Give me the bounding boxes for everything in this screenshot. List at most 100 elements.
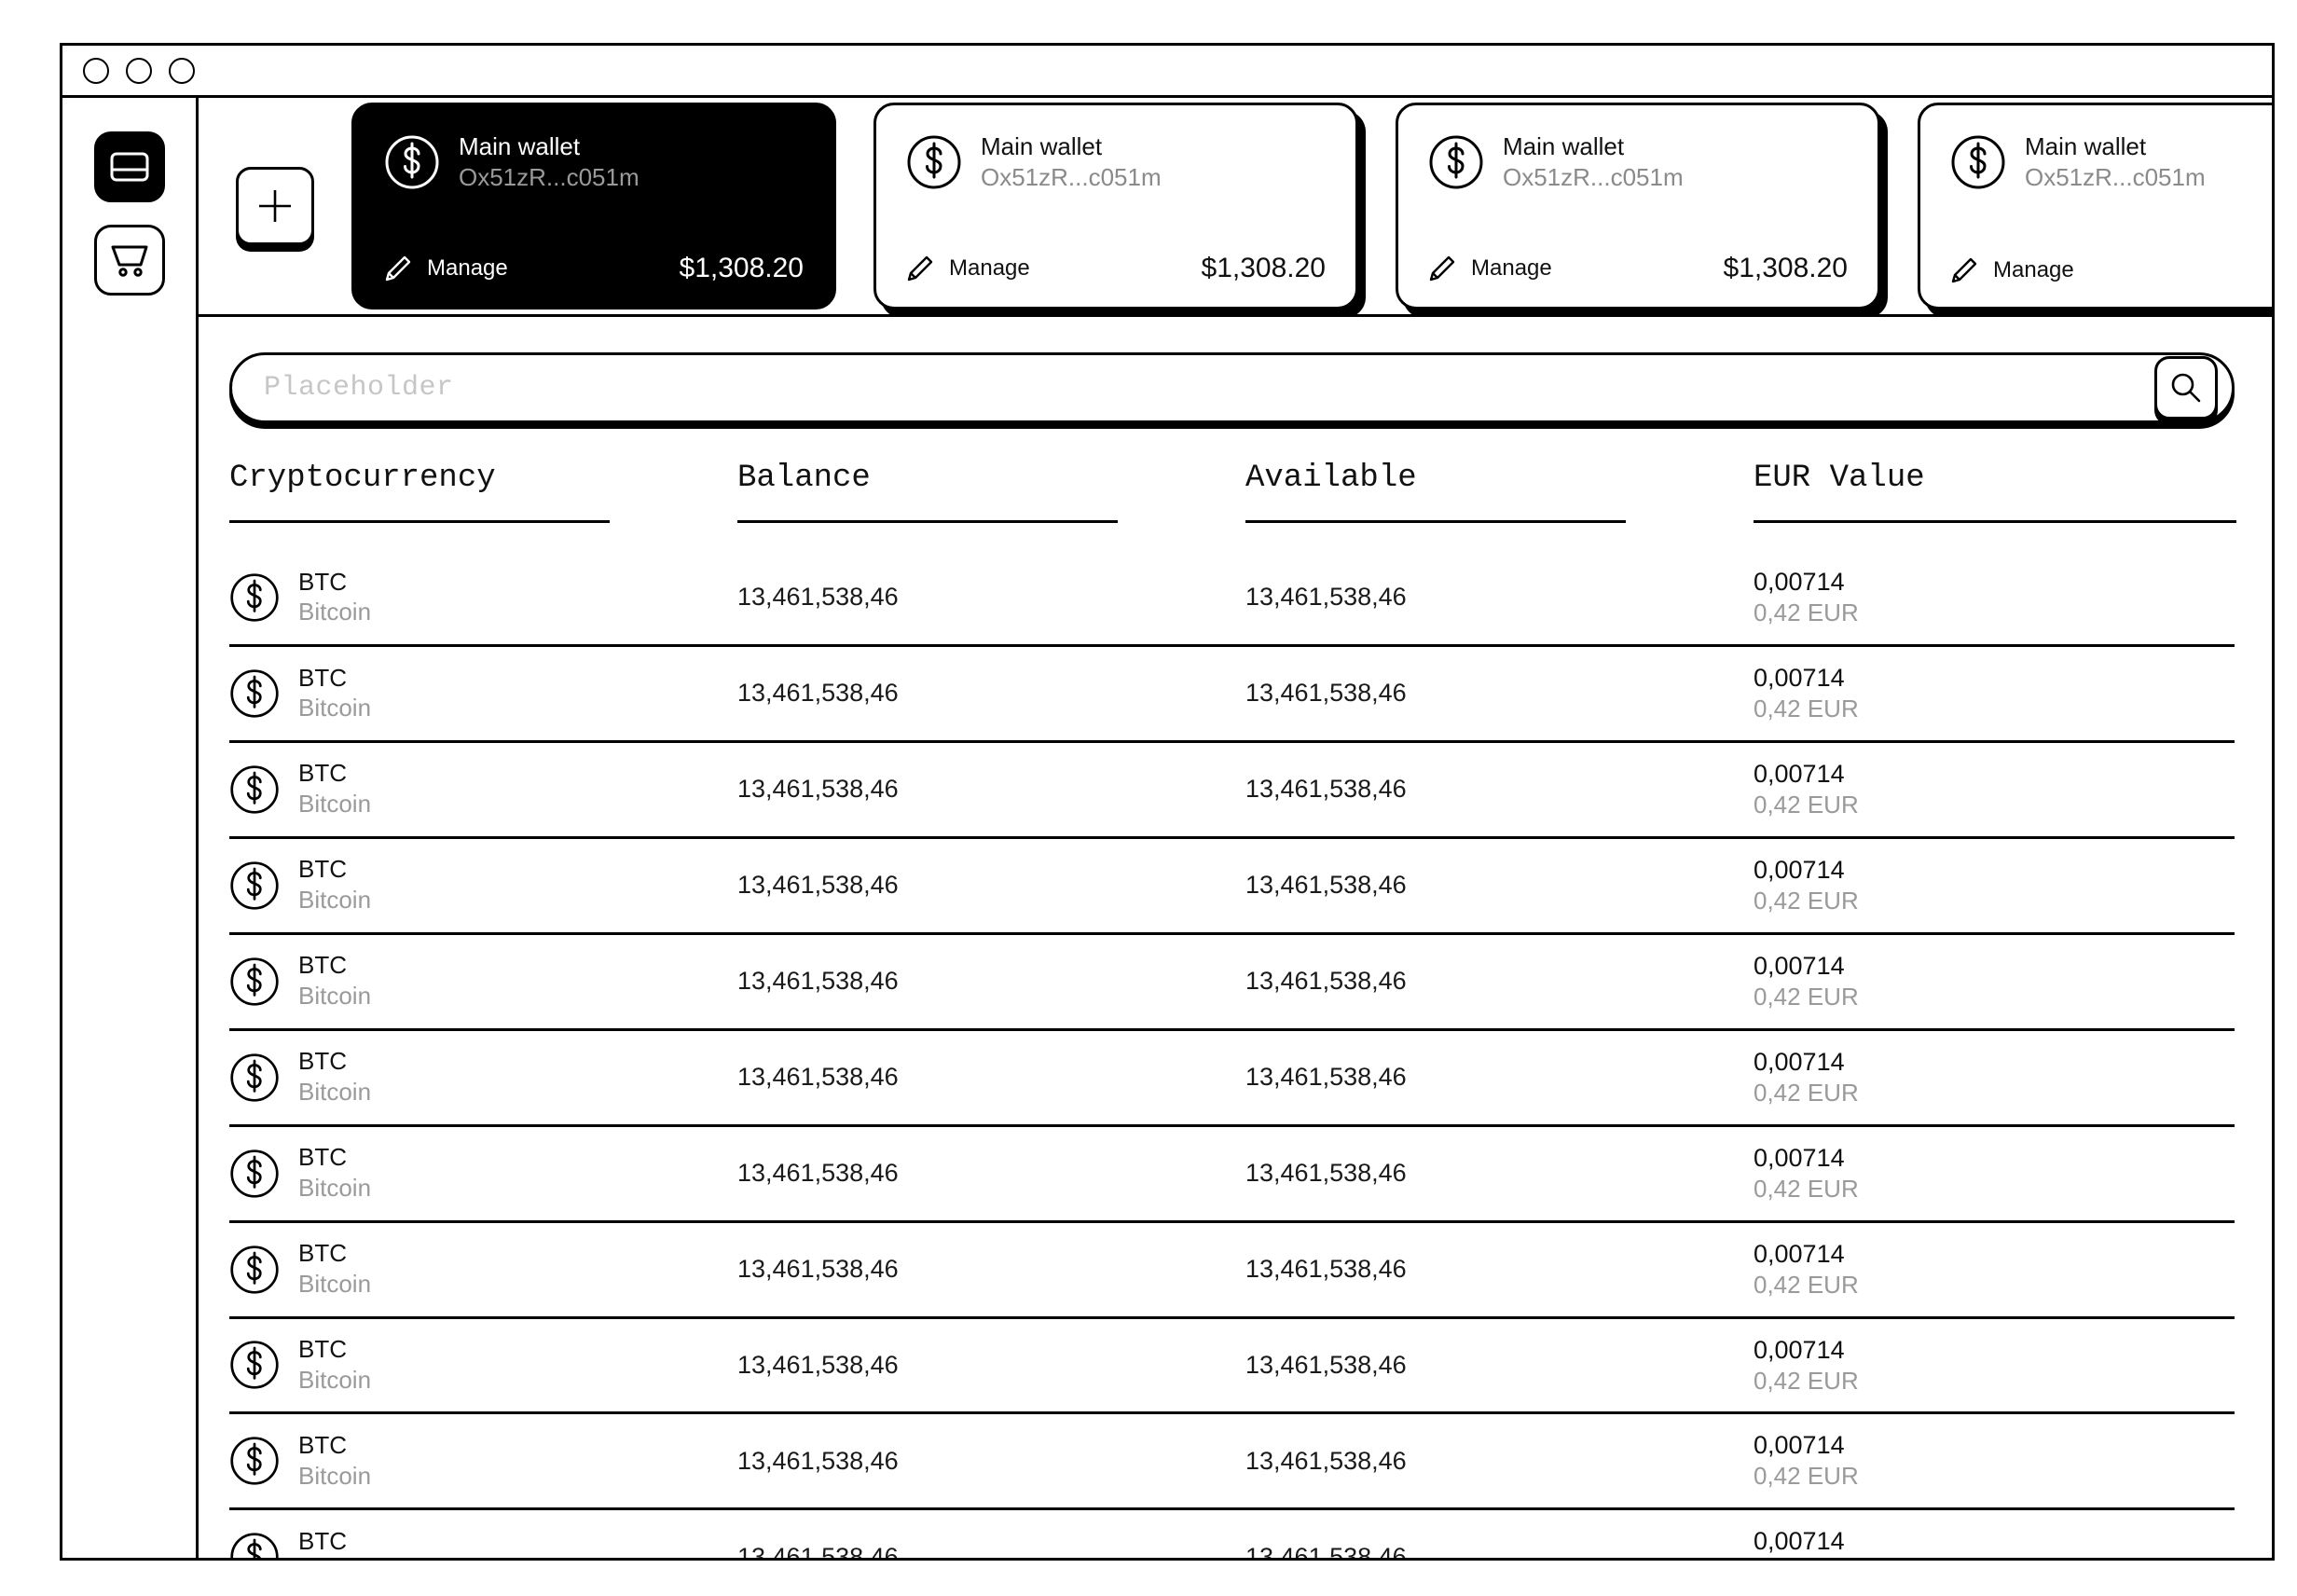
cell-available: 13,461,538,46 bbox=[1245, 1159, 1407, 1188]
sidebar-item-wallets[interactable] bbox=[93, 131, 165, 202]
wallet-card-header: Main wallet Ox51zR...c051m bbox=[1428, 133, 1848, 190]
table-row[interactable]: BTCBitcoin13,461,538,4613,461,538,460,00… bbox=[229, 645, 2235, 742]
eur-value: 0,42 EUR bbox=[1754, 790, 1859, 819]
cell-cryptocurrency: BTCBitcoin bbox=[229, 1413, 737, 1509]
wallet-card[interactable]: Main wallet Ox51zR...c051m bbox=[873, 103, 1358, 310]
wallet-card-identity: Main wallet Ox51zR...c051m bbox=[981, 133, 1162, 190]
wallet-card[interactable]: Main wallet Ox51zR...c051m bbox=[351, 103, 836, 310]
pencil-icon bbox=[1428, 255, 1456, 282]
search-icon bbox=[2168, 370, 2204, 406]
eur-amount: 0,00714 bbox=[1754, 1239, 1845, 1268]
manage-label: Manage bbox=[1993, 257, 2074, 282]
column-header-balance: Balance bbox=[737, 461, 1245, 551]
coin-symbol: BTC bbox=[298, 1047, 347, 1076]
coin-symbol: BTC bbox=[298, 1335, 347, 1364]
search-button[interactable] bbox=[2154, 356, 2218, 420]
table-row[interactable]: BTCBitcoin13,461,538,4613,461,538,460,00… bbox=[229, 1509, 2235, 1558]
wallet-title: Main wallet bbox=[1503, 132, 1625, 160]
pencil-icon bbox=[906, 255, 934, 282]
cell-available: 13,461,538,46 bbox=[1245, 1255, 1407, 1284]
wallet-card-footer: Manage $1,308.20 bbox=[384, 253, 804, 284]
wallet-card-footer: Manage $1,308.20 bbox=[1428, 253, 1848, 284]
cell-balance: 13,461,538,46 bbox=[737, 679, 899, 708]
cell-available: 13,461,538,46 bbox=[1245, 1542, 1407, 1558]
window-maximize-button[interactable] bbox=[169, 57, 195, 84]
wallet-card-footer: Manage $1,308.20 bbox=[906, 253, 1326, 284]
manage-wallet-button[interactable]: Manage bbox=[1950, 256, 2074, 284]
eur-amount: 0,00714 bbox=[1754, 855, 1845, 884]
cell-available: 13,461,538,46 bbox=[1245, 775, 1407, 804]
cell-cryptocurrency: BTCBitcoin bbox=[229, 741, 737, 837]
wallet-title: Main wallet bbox=[2025, 132, 2147, 160]
eur-amount: 0,00714 bbox=[1754, 1143, 1845, 1172]
eur-value: 0,42 EUR bbox=[1754, 1270, 1859, 1299]
table-row[interactable]: BTCBitcoin13,461,538,4613,461,538,460,00… bbox=[229, 1317, 2235, 1413]
table-row[interactable]: BTCBitcoin13,461,538,4613,461,538,460,00… bbox=[229, 551, 2235, 646]
main-area: Main wallet Ox51zR...c051m Manage $1,308… bbox=[199, 98, 2272, 1558]
wallet-card[interactable]: Main wallet Ox51zR...c051m bbox=[1918, 103, 2272, 310]
wallet-card-identity: Main wallet Ox51zR...c051m bbox=[2025, 133, 2206, 190]
cell-cryptocurrency: BTCBitcoin bbox=[229, 933, 737, 1029]
cell-eur-value: 0,007140,42 EUR bbox=[1754, 1509, 2235, 1558]
search-input[interactable]: Placeholder bbox=[229, 352, 2235, 423]
table-row[interactable]: BTCBitcoin13,461,538,4613,461,538,460,00… bbox=[229, 837, 2235, 934]
search-row: Placeholder bbox=[229, 352, 2235, 423]
eur-value: 0,42 EUR bbox=[1754, 1174, 1859, 1203]
wallet-card[interactable]: Main wallet Ox51zR...c051m bbox=[1396, 103, 1880, 310]
dollar-coin-icon bbox=[229, 956, 280, 1007]
cell-balance: 13,461,538,46 bbox=[737, 871, 899, 900]
cell-available: 13,461,538,46 bbox=[1245, 583, 1407, 612]
dollar-coin-icon bbox=[906, 134, 962, 190]
column-header-label: Cryptocurrency bbox=[229, 461, 496, 496]
window-close-button[interactable] bbox=[83, 57, 109, 84]
table-row[interactable]: BTCBitcoin13,461,538,4613,461,538,460,00… bbox=[229, 1413, 2235, 1509]
dollar-coin-icon bbox=[229, 1436, 280, 1486]
cell-available: 13,461,538,46 bbox=[1245, 679, 1407, 708]
manage-label: Manage bbox=[1471, 255, 1552, 281]
table-row[interactable]: BTCBitcoin13,461,538,4613,461,538,460,00… bbox=[229, 1125, 2235, 1222]
eur-value: 0,42 EUR bbox=[1754, 694, 1859, 722]
manage-wallet-button[interactable]: Manage bbox=[384, 255, 508, 282]
table-row[interactable]: BTCBitcoin13,461,538,4613,461,538,460,00… bbox=[229, 741, 2235, 838]
cell-cryptocurrency: BTCBitcoin bbox=[229, 645, 737, 741]
table-row[interactable]: BTCBitcoin13,461,538,4613,461,538,460,00… bbox=[229, 1221, 2235, 1317]
table-body: BTC Bitcoin 13,461,538,46 13,461,538,46 0,00… bbox=[229, 551, 2235, 1558]
eur-amount: 0,00714 bbox=[1754, 759, 1845, 788]
wallet-card-header: Main wallet Ox51zR...c051m bbox=[384, 133, 804, 190]
sidebar-item-market[interactable] bbox=[93, 225, 165, 296]
cell-eur-value: 0,007140,42 EUR bbox=[1754, 645, 2235, 741]
coin-name: Bitcoin bbox=[298, 598, 372, 626]
dollar-coin-icon bbox=[229, 1149, 280, 1199]
cell-balance: 13,461,538,46 bbox=[737, 1542, 899, 1558]
window-body: Main wallet Ox51zR...c051m Manage $1,308… bbox=[62, 98, 2272, 1558]
add-wallet-button[interactable] bbox=[236, 167, 314, 245]
column-header-cryptocurrency: Cryptocurrency bbox=[229, 461, 737, 551]
cell-cryptocurrency: BTCBitcoin bbox=[229, 551, 737, 645]
cell-balance: 13,461,538,46 bbox=[737, 1350, 899, 1379]
coin-name: Bitcoin bbox=[298, 982, 372, 1011]
table-header-row: Cryptocurrency Balance Available EUR Val… bbox=[229, 461, 2236, 551]
cell-available: 13,461,538,46 bbox=[1245, 1063, 1407, 1092]
coin-symbol: BTC bbox=[298, 759, 347, 788]
manage-wallet-button[interactable]: Manage bbox=[1428, 255, 1552, 282]
cell-eur-value: 0,007140,42 EUR bbox=[1754, 1413, 2235, 1509]
cell-available: 13,461,538,46 bbox=[1245, 1446, 1407, 1475]
wallet-card-identity: Main wallet Ox51zR...c051m bbox=[1503, 133, 1684, 190]
coin-symbol: BTC bbox=[298, 1239, 347, 1268]
dollar-coin-icon bbox=[229, 1340, 280, 1390]
card-icon bbox=[110, 152, 149, 182]
cell-cryptocurrency: BTCBitcoin bbox=[229, 837, 737, 933]
eur-value: 0,42 EUR bbox=[1754, 1366, 1859, 1395]
column-header-available: Available bbox=[1245, 461, 1754, 551]
coin-symbol: BTC bbox=[298, 855, 347, 884]
dollar-coin-icon bbox=[384, 134, 440, 190]
eur-value: 0,42 EUR bbox=[1754, 1078, 1859, 1107]
table-row[interactable]: BTCBitcoin13,461,538,4613,461,538,460,00… bbox=[229, 1029, 2235, 1126]
window-minimize-button[interactable] bbox=[126, 57, 152, 84]
coin-name: Bitcoin bbox=[298, 1461, 372, 1490]
cell-eur-value: 0,007140,42 EUR bbox=[1754, 1317, 2235, 1413]
manage-wallet-button[interactable]: Manage bbox=[906, 255, 1030, 282]
wallet-card-header: Main wallet Ox51zR...c051m bbox=[906, 133, 1326, 190]
table-row[interactable]: BTCBitcoin13,461,538,4613,461,538,460,00… bbox=[229, 933, 2235, 1030]
coin-symbol: BTC bbox=[298, 1526, 347, 1555]
